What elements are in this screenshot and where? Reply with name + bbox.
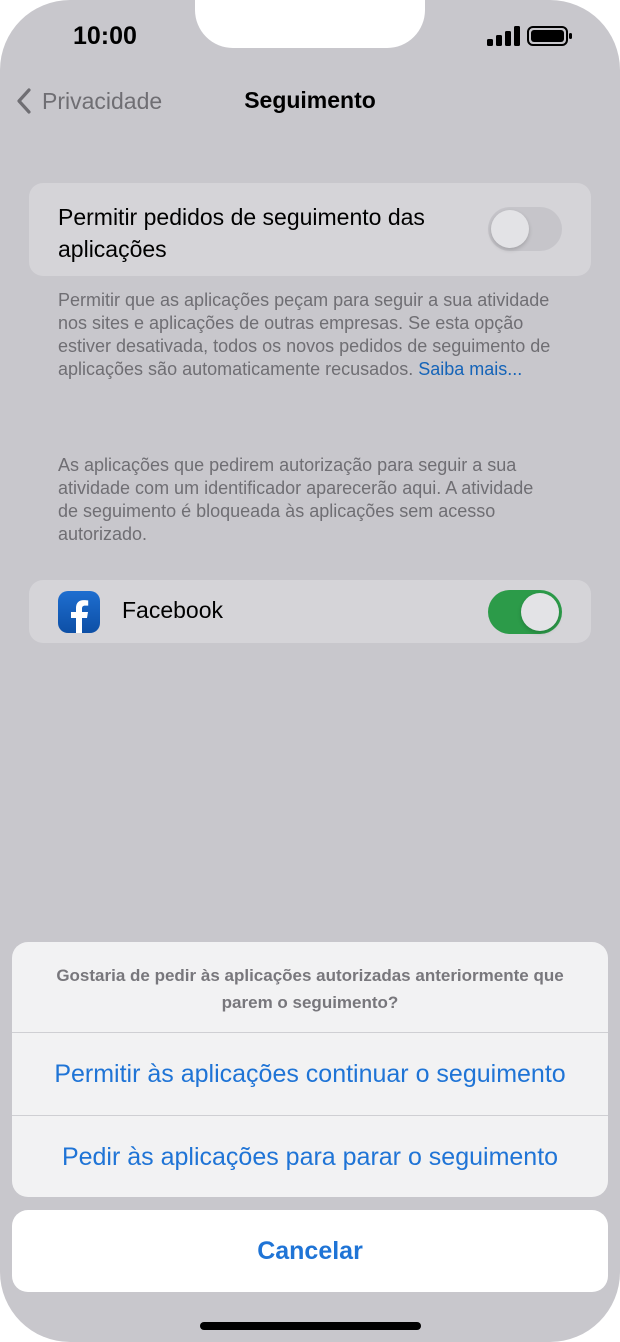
allow-tracking-toggle[interactable] <box>488 207 562 251</box>
toggle-knob <box>491 210 529 248</box>
ask-stop-tracking-button[interactable]: Pedir às aplicações para parar o seguime… <box>12 1116 608 1197</box>
learn-more-link[interactable]: Saiba mais... <box>418 359 522 379</box>
facebook-tracking-toggle[interactable] <box>488 590 562 634</box>
apps-list-group: Facebook <box>29 580 591 643</box>
facebook-icon <box>58 591 100 633</box>
cancel-button[interactable]: Cancelar <box>12 1210 608 1292</box>
home-indicator[interactable] <box>200 1322 421 1330</box>
allow-continue-tracking-button[interactable]: Permitir às aplicações continuar o segui… <box>12 1033 608 1115</box>
tracking-settings-group: Permitir pedidos de seguimento das aplic… <box>29 183 591 276</box>
battery-icon <box>527 26 572 46</box>
action-sheet-message: Gostaria de pedir às aplicações autoriza… <box>56 966 564 1012</box>
status-time: 10:00 <box>73 22 137 50</box>
cellular-signal-icon <box>487 26 520 46</box>
phone-screen: 10:00 Privacidade Seguimento Permitir pe… <box>0 0 620 1342</box>
tracking-description: Permitir que as aplicações peçam para se… <box>58 289 558 381</box>
allow-tracking-label: Permitir pedidos de seguimento das aplic… <box>58 204 425 262</box>
action-sheet: Gostaria de pedir às aplicações autoriza… <box>12 942 608 1197</box>
page-title: Seguimento <box>244 87 376 113</box>
app-name-facebook: Facebook <box>122 597 224 623</box>
toggle-knob <box>521 593 559 631</box>
notch <box>195 0 425 48</box>
apps-info-text: As aplicações que pedirem autorização pa… <box>58 455 534 544</box>
